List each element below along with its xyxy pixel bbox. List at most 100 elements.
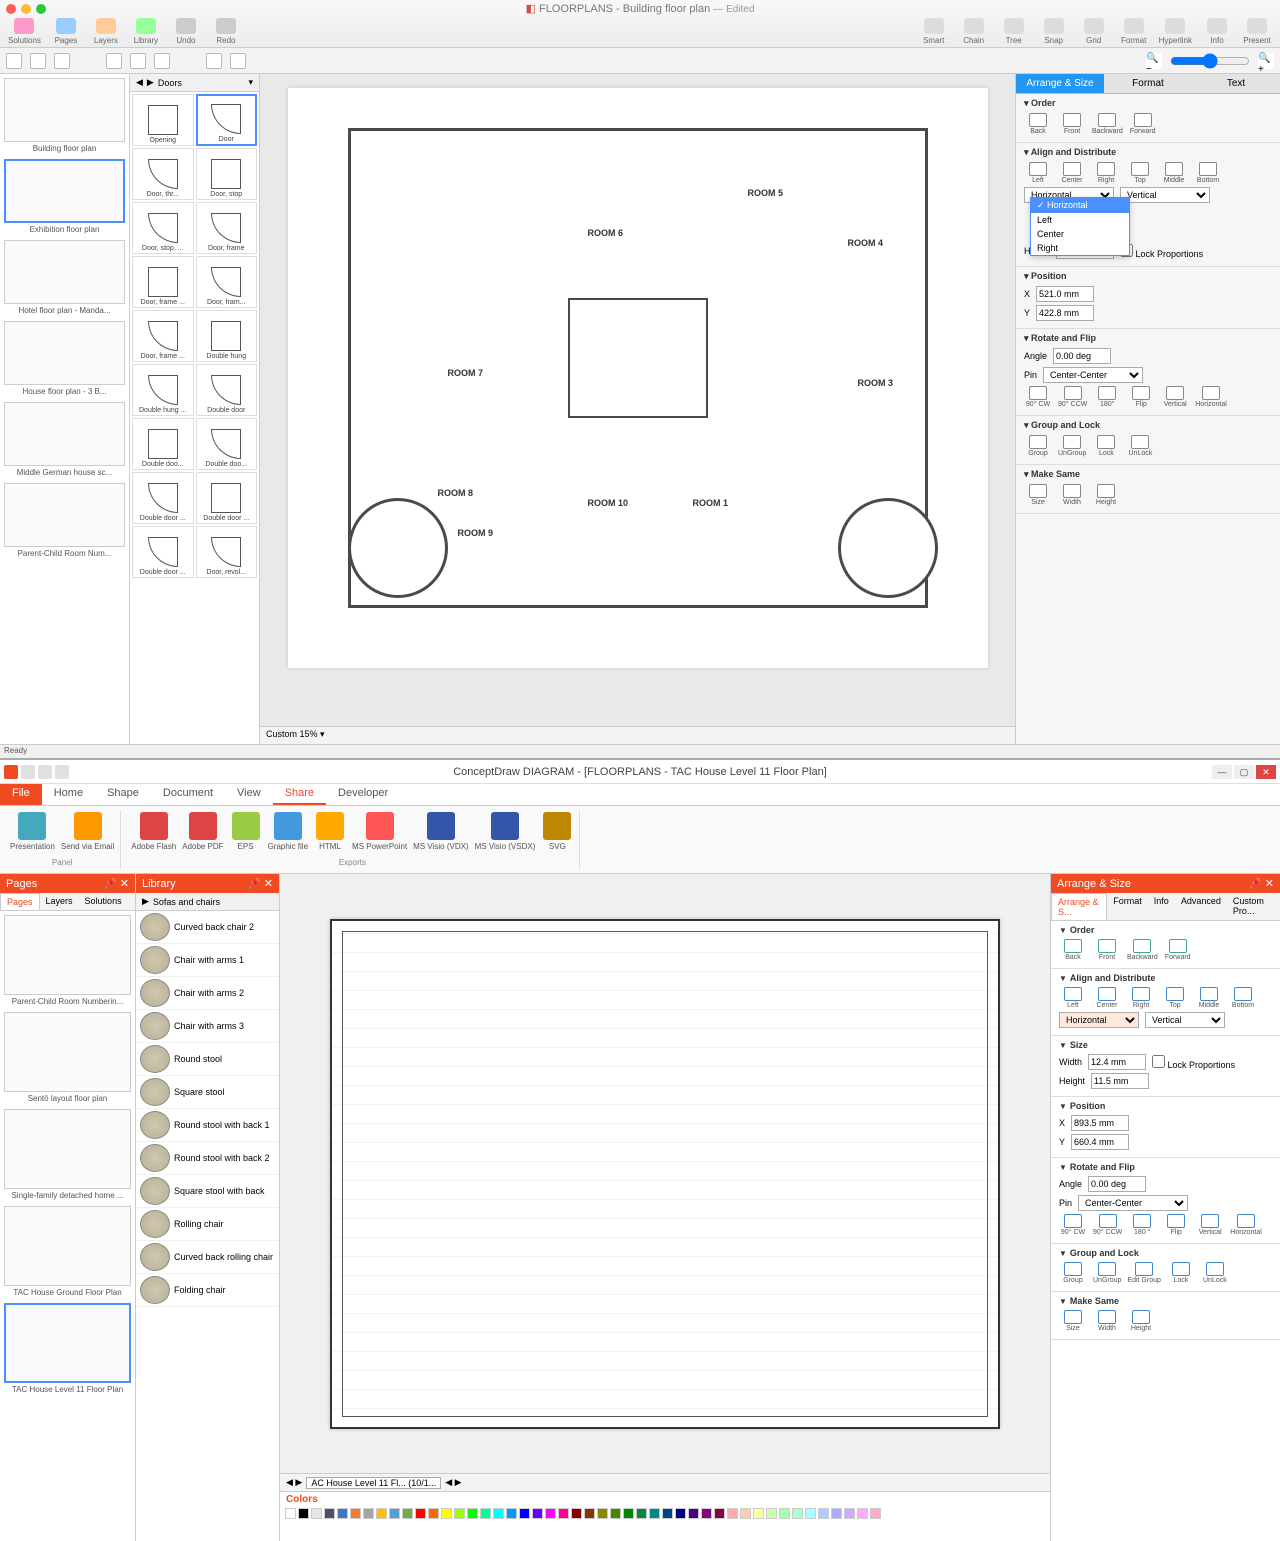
color-swatch[interactable] (636, 1508, 647, 1519)
zoom-readout[interactable]: Custom 15% ▾ (260, 726, 1015, 744)
page-thumbnail[interactable] (4, 159, 125, 223)
library-item[interactable]: Curved back chair 2 (136, 911, 279, 944)
ribbon-tab-share[interactable]: Share (273, 784, 326, 805)
page-thumbnail[interactable] (4, 402, 125, 466)
align-center-icon[interactable] (130, 53, 146, 69)
toolbar-hyperlink[interactable]: Hyperlink (1159, 18, 1192, 45)
order-backward[interactable]: Backward (1127, 939, 1158, 961)
canvas[interactable] (280, 874, 1050, 1473)
align-top[interactable]: Top (1161, 987, 1189, 1009)
rotate-btn[interactable]: Flip (1162, 1214, 1190, 1236)
library-item[interactable]: Door, frame (196, 202, 258, 254)
library-item[interactable]: Door, revol... (196, 526, 258, 578)
back-icon[interactable]: ◀ (136, 77, 143, 88)
ribbon-tab-shape[interactable]: Shape (95, 784, 151, 805)
color-swatch[interactable] (571, 1508, 582, 1519)
ribbon-presentation[interactable]: Presentation (10, 812, 55, 851)
rotate-btn[interactable]: Vertical (1196, 1214, 1224, 1236)
color-swatch[interactable] (623, 1508, 634, 1519)
ribbon-tab-developer[interactable]: Developer (326, 784, 400, 805)
color-swatch[interactable] (441, 1508, 452, 1519)
toolbar-tree[interactable]: Tree (999, 18, 1029, 45)
library-item[interactable]: Door (196, 94, 258, 146)
library-item[interactable]: Door, frame ... (132, 310, 194, 362)
color-swatch[interactable] (675, 1508, 686, 1519)
lock-proportions-checkbox[interactable]: Lock Proportions (1152, 1055, 1235, 1070)
ribbon-adobe-flash[interactable]: Adobe Flash (131, 812, 176, 851)
drawing-paper[interactable] (330, 919, 1000, 1429)
group-unlock[interactable]: UnLock (1126, 435, 1154, 457)
color-swatch[interactable] (506, 1508, 517, 1519)
color-swatch[interactable] (311, 1508, 322, 1519)
color-swatch[interactable] (337, 1508, 348, 1519)
library-item[interactable]: Door, thr... (132, 148, 194, 200)
same-width[interactable]: Width (1058, 484, 1086, 506)
rotate-btn[interactable]: 90° CW (1024, 386, 1052, 408)
pin-icon[interactable]: 📌 ✕ (1248, 877, 1274, 890)
color-swatch[interactable] (285, 1508, 296, 1519)
pin-icon[interactable]: 📌 ✕ (103, 877, 129, 890)
zoom-in-icon[interactable]: 🔍+ (1258, 53, 1274, 69)
color-swatch[interactable] (350, 1508, 361, 1519)
toolbar-smart[interactable]: Smart (919, 18, 949, 45)
align-left-icon[interactable] (106, 53, 122, 69)
color-swatch[interactable] (558, 1508, 569, 1519)
toolbar-chain[interactable]: Chain (959, 18, 989, 45)
align-dropdown-menu[interactable]: ✓ Horizontal Left Center Right (1030, 197, 1130, 256)
pin-icon[interactable]: 📌 ✕ (247, 877, 273, 890)
ribbon-ms-powerpoint[interactable]: MS PowerPoint (352, 812, 407, 851)
tab-text[interactable]: Text (1192, 74, 1280, 93)
drawing-paper[interactable]: ROOM 5 ROOM 6 ROOM 4 ROOM 7 ROOM 3 ROOM … (288, 88, 988, 668)
order-forward[interactable]: Forward (1164, 939, 1192, 961)
color-swatch[interactable] (727, 1508, 738, 1519)
align-center[interactable]: Center (1093, 987, 1121, 1009)
group-btn[interactable]: Group (1059, 1262, 1087, 1284)
library-item[interactable]: Folding chair (136, 1274, 279, 1307)
toolbar-redo[interactable]: Redo (211, 18, 241, 45)
library-item[interactable]: Chair with arms 3 (136, 1010, 279, 1043)
library-item[interactable]: Double door ... (196, 472, 258, 524)
align-left[interactable]: Left (1024, 162, 1052, 184)
group-btn[interactable]: UnGroup (1093, 1262, 1121, 1284)
color-swatch[interactable] (545, 1508, 556, 1519)
ribbon-svg[interactable]: SVG (541, 812, 573, 851)
color-swatch[interactable] (610, 1508, 621, 1519)
order-back[interactable]: Back (1024, 113, 1052, 135)
same-height[interactable]: Height (1092, 484, 1120, 506)
toolbar-present[interactable]: Present (1242, 18, 1272, 45)
library-item[interactable]: Opening (132, 94, 194, 146)
page-thumbnail[interactable] (4, 321, 125, 385)
library-item[interactable]: Square stool (136, 1076, 279, 1109)
align-vertical-select[interactable]: Vertical (1145, 1012, 1225, 1028)
toolbar-undo[interactable]: Undo (171, 18, 201, 45)
ribbon-tab-view[interactable]: View (225, 784, 273, 805)
close-icon[interactable] (6, 4, 16, 14)
color-swatch[interactable] (740, 1508, 751, 1519)
order-backward[interactable]: Backward (1092, 113, 1123, 135)
group-btn[interactable]: Lock (1167, 1262, 1195, 1284)
color-swatch[interactable] (467, 1508, 478, 1519)
toolbar-format[interactable]: Format (1119, 18, 1149, 45)
zoom-slider[interactable] (1170, 53, 1250, 69)
dd-item-center[interactable]: Center (1031, 227, 1129, 241)
align-bottom[interactable]: Bottom (1194, 162, 1222, 184)
library-item[interactable]: Curved back rolling chair (136, 1241, 279, 1274)
y-input[interactable] (1036, 305, 1094, 321)
library-item[interactable]: Door, fram... (196, 256, 258, 308)
tab-solutions[interactable]: Solutions (79, 893, 128, 910)
ribbon-tab-file[interactable]: File (0, 784, 42, 805)
align-bottom[interactable]: Bottom (1229, 987, 1257, 1009)
color-swatch[interactable] (519, 1508, 530, 1519)
rotate-btn[interactable]: Flip (1127, 386, 1155, 408)
color-swatch[interactable] (389, 1508, 400, 1519)
library-item[interactable]: Double door ... (132, 526, 194, 578)
library-item[interactable]: Double hung (196, 310, 258, 362)
library-item[interactable]: Double hung ... (132, 364, 194, 416)
color-swatch[interactable] (766, 1508, 777, 1519)
library-item[interactable]: Round stool with back 1 (136, 1109, 279, 1142)
rotate-btn[interactable]: 90° CW (1059, 1214, 1087, 1236)
page-thumbnail[interactable] (4, 1206, 131, 1286)
library-item[interactable]: Door, stop, ... (132, 202, 194, 254)
color-swatch[interactable] (415, 1508, 426, 1519)
rotate-btn[interactable]: Horizontal (1195, 386, 1227, 408)
